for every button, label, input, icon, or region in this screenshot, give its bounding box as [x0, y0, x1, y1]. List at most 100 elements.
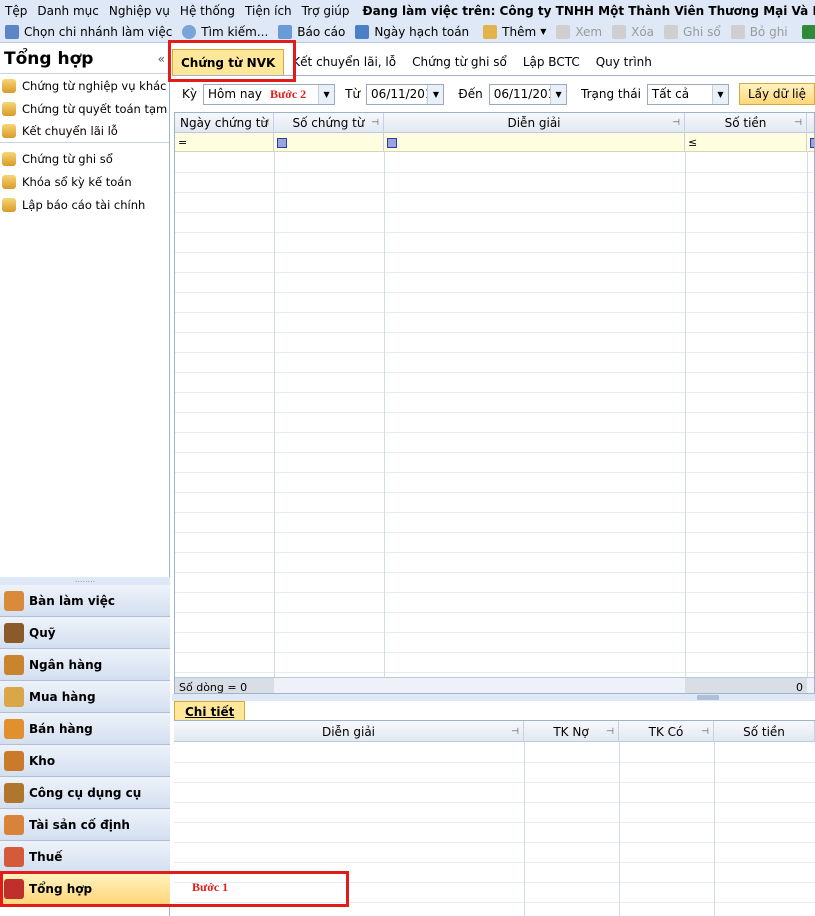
grid-row-line	[175, 572, 814, 573]
module-desktop[interactable]: Bàn làm việc	[0, 585, 170, 617]
grid-row-line	[175, 652, 814, 653]
sidebar-item-other-vouchers[interactable]: Chứng từ nghiệp vụ khác	[0, 74, 169, 97]
column-header-date[interactable]: Ngày chứng từ ⊣	[175, 113, 274, 133]
pin-icon[interactable]: ⊣	[701, 727, 709, 737]
sidebar-resize-handle[interactable]: ........	[0, 576, 170, 585]
module-sales[interactable]: Bán hàng	[0, 713, 170, 745]
grid-row-line	[175, 472, 814, 473]
filter-description[interactable]	[384, 133, 685, 152]
pin-icon[interactable]: ⊣	[672, 118, 680, 128]
sidebar-item-lock-period[interactable]: Khóa sổ kỳ kế toán	[0, 170, 169, 193]
tab-financial-reports[interactable]: Lập BCTC	[515, 49, 588, 75]
menu-file[interactable]: Tệp	[0, 4, 32, 18]
sidebar-item-financial-report[interactable]: Lập báo cáo tài chính	[0, 193, 169, 216]
branch-button[interactable]: Chọn chi nhánh làm việc	[0, 22, 177, 42]
delete-icon	[612, 24, 627, 39]
pin-icon[interactable]: ⊣	[606, 727, 614, 737]
module-bank[interactable]: Ngân hàng	[0, 649, 170, 681]
column-header-description[interactable]: Diễn giải ⊣	[384, 113, 685, 133]
add-icon	[483, 24, 498, 39]
splitter-handle[interactable]	[697, 695, 719, 700]
grid-row-line	[175, 632, 814, 633]
pin-icon[interactable]: ⊣	[794, 118, 802, 128]
grid-row-line	[175, 232, 814, 233]
module-tools[interactable]: Công cụ dụng cụ	[0, 777, 170, 809]
column-header-debit-account[interactable]: TK Nợ ⊣	[524, 721, 619, 742]
chevron-down-icon[interactable]: ▼	[427, 84, 444, 104]
filter-amount[interactable]: ≤	[685, 133, 807, 152]
get-data-button[interactable]: Lấy dữ liệ	[738, 83, 815, 105]
detail-row-line	[174, 762, 815, 763]
view-button[interactable]: Xem	[551, 22, 607, 42]
menu-catalog[interactable]: Danh mục	[32, 4, 104, 18]
chevron-down-icon[interactable]: ▼	[550, 84, 567, 104]
calendar-icon	[355, 24, 370, 39]
warehouse-icon	[4, 750, 24, 771]
delete-button[interactable]: Xóa	[607, 22, 659, 42]
module-purchase[interactable]: Mua hàng	[0, 681, 170, 713]
step1-annotation: Bước 1	[192, 880, 229, 894]
pin-icon[interactable]: ⊣	[511, 727, 519, 737]
grid-footer: Số dòng = 0 0	[175, 677, 814, 693]
column-header-detail-amount[interactable]: Số tiền	[714, 721, 815, 742]
module-fixed-assets[interactable]: Tài sản cố định	[0, 809, 170, 841]
panel-splitter[interactable]	[172, 694, 815, 701]
sidebar-header: Tổng hợp «	[0, 44, 169, 74]
pin-icon[interactable]: ⊣	[261, 118, 269, 128]
chevron-down-icon[interactable]: ▼	[711, 84, 728, 104]
column-header-credit-account[interactable]: TK Có ⊣	[619, 721, 714, 742]
tab-profit-transfer[interactable]: Kết chuyển lãi, lỗ	[284, 49, 404, 75]
folder-icon	[2, 151, 16, 166]
filter-operator-icon[interactable]	[810, 137, 814, 148]
post-button[interactable]: Ghi sổ	[659, 22, 726, 42]
module-cash[interactable]: Quỹ	[0, 617, 170, 649]
filter-operator-icon[interactable]	[277, 137, 287, 148]
column-header-voucher-no[interactable]: Số chứng từ ⊣	[274, 113, 384, 133]
posting-date-button[interactable]: Ngày hạch toán	[350, 22, 474, 42]
tab-ledger-vouchers[interactable]: Chứng từ ghi sổ	[404, 49, 515, 75]
folder-icon	[2, 124, 16, 138]
grid-row-line	[175, 192, 814, 193]
folder-icon	[2, 78, 16, 93]
vouchers-grid[interactable]: Ngày chứng từ ⊣ Số chứng từ ⊣ Diễn giải ⊣ S…	[174, 112, 815, 694]
from-label: Từ	[345, 87, 361, 101]
grid-row-line	[175, 592, 814, 593]
detail-row-line	[174, 782, 815, 783]
menu-system[interactable]: Hệ thống	[175, 4, 240, 18]
sidebar-item-ledger-vouchers[interactable]: Chứng từ ghi sổ	[0, 147, 169, 170]
tax-icon	[4, 846, 24, 867]
from-date-field[interactable]: 06/11/2017 ▼	[366, 83, 445, 105]
period-label: Kỳ	[182, 87, 197, 101]
export-excel-button[interactable]: Xu	[797, 22, 815, 42]
chevron-down-icon[interactable]: ▼	[318, 84, 335, 104]
step2-annotation: Bước 2	[270, 87, 307, 101]
excel-icon	[801, 24, 815, 39]
status-select[interactable]: Tất cả ▼	[646, 83, 729, 105]
pin-icon[interactable]: ⊣	[371, 118, 379, 128]
column-divider	[685, 152, 686, 677]
tab-process[interactable]: Quy trình	[588, 49, 660, 75]
filter-date[interactable]: =	[175, 133, 274, 152]
collapse-icon[interactable]: «	[158, 52, 165, 66]
unpost-button[interactable]: Bỏ ghi	[726, 22, 793, 42]
filter-voucher-no[interactable]	[274, 133, 384, 152]
report-button[interactable]: Báo cáo	[273, 22, 350, 42]
menu-operations[interactable]: Nghiệp vụ	[104, 4, 175, 18]
column-header-amount[interactable]: Số tiền ⊣	[685, 113, 807, 133]
sidebar-item-profit-transfer[interactable]: Kết chuyển lãi lỗ	[0, 120, 169, 143]
add-button[interactable]: Thêm ▼	[478, 22, 551, 42]
filter-operator-icon[interactable]	[387, 137, 397, 148]
search-button[interactable]: Tìm kiếm...	[177, 22, 273, 42]
menu-utilities[interactable]: Tiện ích	[240, 4, 297, 18]
row-count: Số dòng = 0	[175, 678, 274, 693]
module-tax[interactable]: Thuế	[0, 841, 170, 873]
chevron-down-icon[interactable]: ▼	[540, 27, 546, 36]
menu-help[interactable]: Trợ giúp	[297, 4, 355, 18]
module-warehouse[interactable]: Kho	[0, 745, 170, 777]
detail-row-line	[174, 802, 815, 803]
filter-extra[interactable]	[807, 133, 814, 152]
to-date-field[interactable]: 06/11/2017 ▼	[488, 83, 568, 105]
sidebar-item-advance-settlement[interactable]: Chứng từ quyết toán tạm ứn...	[0, 97, 169, 120]
tab-details[interactable]: Chi tiết	[174, 701, 246, 721]
column-header-detail-description[interactable]: Diễn giải ⊣	[174, 721, 524, 742]
